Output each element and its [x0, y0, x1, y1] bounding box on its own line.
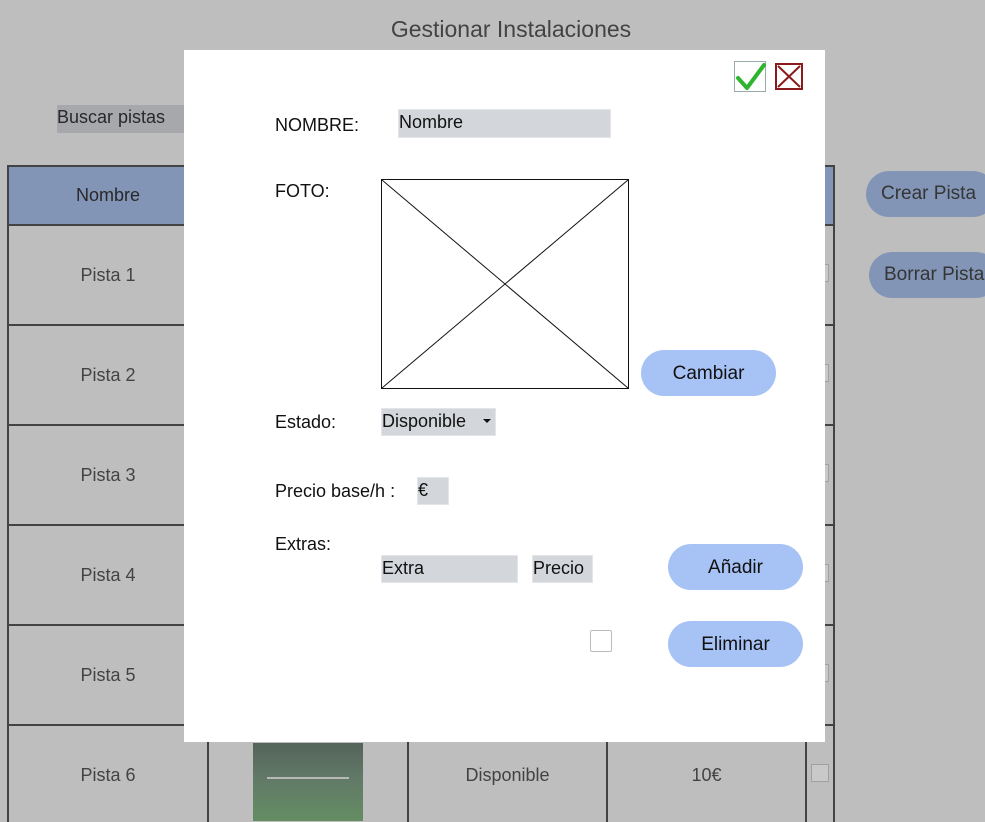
edit-track-dialog: NOMBRE: Nombre FOTO: Cambiar Estado: Dis… — [184, 50, 825, 742]
change-photo-button[interactable]: Cambiar — [641, 350, 776, 396]
name-field[interactable]: Nombre — [398, 109, 611, 138]
extra-name-field[interactable]: Extra — [381, 555, 518, 583]
price-label: Precio base/h : — [275, 481, 396, 501]
photo-placeholder — [381, 179, 629, 389]
delete-extra-button[interactable]: Eliminar — [668, 621, 803, 667]
add-extra-button[interactable]: Añadir — [668, 544, 803, 590]
check-icon[interactable] — [734, 61, 766, 92]
photo-label: FOTO: — [275, 181, 330, 201]
status-dropdown-value: Disponible — [382, 411, 467, 431]
name-label: NOMBRE: — [275, 115, 360, 135]
base-price-field[interactable]: € — [417, 477, 449, 505]
status-dropdown[interactable]: Disponible — [381, 408, 496, 436]
status-label: Estado: — [275, 412, 337, 432]
extras-label: Extras: — [275, 534, 332, 554]
close-icon[interactable] — [775, 63, 803, 90]
extra-checkbox[interactable] — [590, 630, 612, 652]
extra-price-field[interactable]: Precio — [532, 555, 593, 583]
chevron-down-icon — [483, 419, 491, 423]
